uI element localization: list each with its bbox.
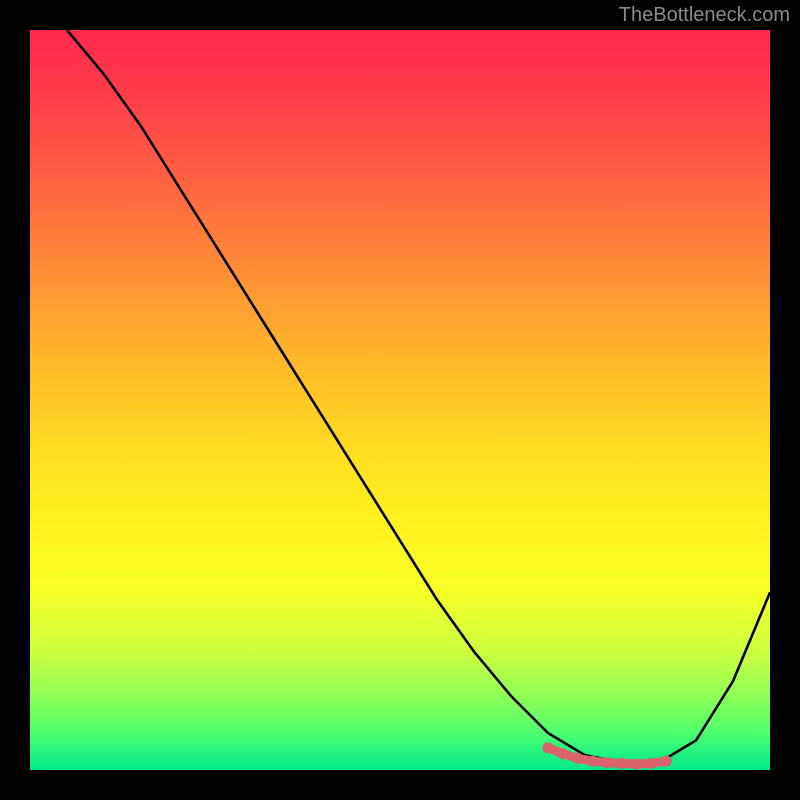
optimal-dot (602, 757, 613, 768)
bottleneck-curve-line (67, 30, 770, 764)
optimal-dot (617, 758, 628, 769)
optimal-dot (631, 759, 642, 770)
optimal-dot (543, 742, 554, 753)
optimal-dot (557, 748, 568, 759)
optimal-dot (572, 753, 583, 764)
watermark-text: TheBottleneck.com (619, 4, 790, 27)
optimal-segment-dots (543, 742, 672, 769)
chart-svg (30, 30, 770, 770)
chart-plot-area (30, 30, 770, 770)
optimal-dot (587, 756, 598, 767)
optimal-dot (661, 756, 672, 767)
optimal-dot (646, 758, 657, 769)
